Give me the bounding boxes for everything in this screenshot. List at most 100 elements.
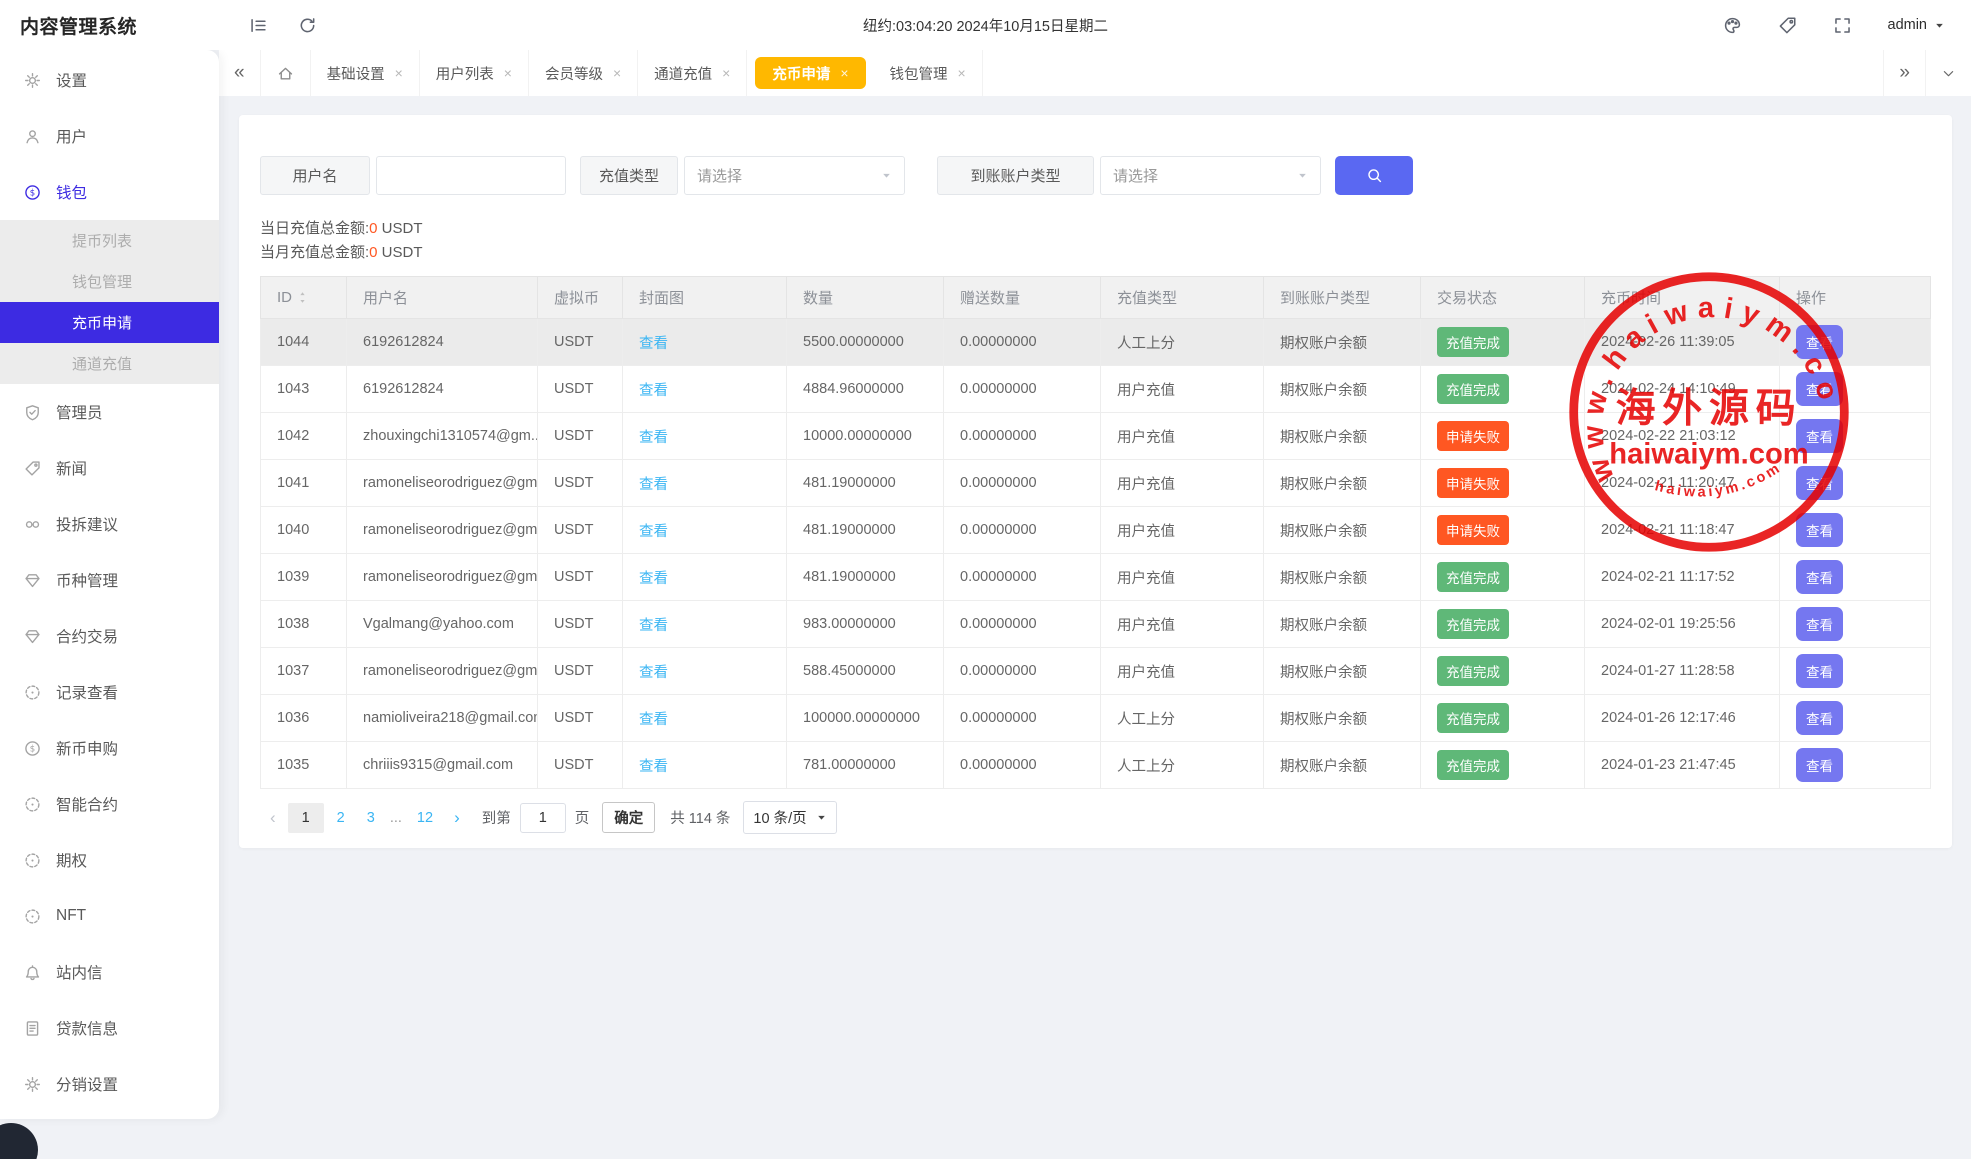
cover-view-link[interactable]: 查看 <box>639 477 668 493</box>
cell-cover: 查看 <box>623 648 787 695</box>
cell-coin: USDT <box>538 695 623 742</box>
sort-icon[interactable] <box>296 291 309 304</box>
caret-down-icon <box>816 812 827 823</box>
cover-view-link[interactable]: 查看 <box>639 712 668 728</box>
cell-recharge-type: 用户充值 <box>1101 460 1264 507</box>
theme-palette-icon[interactable] <box>1723 16 1742 35</box>
cover-view-link[interactable]: 查看 <box>639 759 668 775</box>
sidebar-item-site-mail[interactable]: 站内信 <box>0 944 219 1000</box>
cell-account-type: 期权账户余额 <box>1264 554 1421 601</box>
username-input[interactable] <box>376 156 566 195</box>
sidebar-item-wallet[interactable]: 钱包 <box>0 164 219 220</box>
close-icon[interactable]: × <box>613 65 621 81</box>
page-next-button[interactable]: › <box>444 808 470 828</box>
sidebar-item-admins[interactable]: 管理员 <box>0 384 219 440</box>
refresh-icon[interactable] <box>298 16 317 35</box>
page-button-3[interactable]: 3 <box>367 810 375 826</box>
clock-icon <box>24 908 41 925</box>
gear-icon <box>24 1076 41 1093</box>
cover-view-link[interactable]: 查看 <box>639 383 668 399</box>
close-icon[interactable]: × <box>840 65 848 81</box>
cover-view-link[interactable]: 查看 <box>639 524 668 540</box>
sidebar-item-smart-contract[interactable]: 智能合约 <box>0 776 219 832</box>
close-icon[interactable]: × <box>958 65 966 81</box>
sidebar-subitem-channel-recharge[interactable]: 通道充值 <box>0 343 219 384</box>
tabs-scroll-left[interactable]: « <box>219 50 261 96</box>
col-header-label: ID <box>277 289 292 306</box>
row-view-button[interactable]: 查看 <box>1796 560 1843 594</box>
page-prev-button[interactable]: ‹ <box>260 808 286 828</box>
caret-down-icon <box>1297 170 1308 181</box>
table-row: 10446192612824USDT查看5500.000000000.00000… <box>261 319 1931 366</box>
close-icon[interactable]: × <box>504 65 512 81</box>
sidebar-item-coin-manage[interactable]: 币种管理 <box>0 552 219 608</box>
page-size-select[interactable]: 10 条/页 <box>743 801 836 834</box>
row-view-button[interactable]: 查看 <box>1796 513 1843 547</box>
tab-recharge-apply[interactable]: 充币申请× <box>755 57 865 89</box>
cell-account-type: 期权账户余额 <box>1264 460 1421 507</box>
page-current[interactable]: 1 <box>288 803 324 833</box>
cover-view-link[interactable]: 查看 <box>639 618 668 634</box>
cover-view-link[interactable]: 查看 <box>639 336 668 352</box>
cell-cover: 查看 <box>623 554 787 601</box>
page: 内容管理系统 纽约:03:04:20 2024年10月15日星期二 admin … <box>0 0 1971 1159</box>
tab-channel-recharge[interactable]: 通道充值× <box>638 50 747 96</box>
cell-cover: 查看 <box>623 460 787 507</box>
status-badge: 申请失败 <box>1437 468 1509 498</box>
sidebar-subitem-recharge-apply[interactable]: 充币申请 <box>0 302 219 343</box>
sidebar-item-nft[interactable]: NFT <box>0 888 219 944</box>
sidebar-subitem-wallet-manage[interactable]: 钱包管理 <box>0 261 219 302</box>
recharge-table: ID用户名虚拟币封面图数量赠送数量充值类型到账账户类型交易状态充币时间操作 10… <box>260 276 1931 789</box>
row-view-button[interactable]: 查看 <box>1796 607 1843 641</box>
jump-confirm-button[interactable]: 确定 <box>602 802 655 833</box>
row-view-button[interactable]: 查看 <box>1796 466 1843 500</box>
close-icon[interactable]: × <box>722 65 730 81</box>
tab-user-list[interactable]: 用户列表× <box>420 50 529 96</box>
sidebar-item-record-view[interactable]: 记录查看 <box>0 664 219 720</box>
tab-wallet-manage[interactable]: 钱包管理× <box>874 50 983 96</box>
tag-icon[interactable] <box>1778 16 1797 35</box>
tab-home[interactable] <box>261 50 311 96</box>
tabs-menu-toggle[interactable] <box>1925 50 1971 96</box>
cell-account-type: 期权账户余额 <box>1264 319 1421 366</box>
cell-action: 查看 <box>1780 695 1931 742</box>
sidebar-item-label: 合约交易 <box>56 625 118 647</box>
row-view-button[interactable]: 查看 <box>1796 419 1843 453</box>
cover-view-link[interactable]: 查看 <box>639 571 668 587</box>
cell-id: 1035 <box>261 742 347 789</box>
sidebar-item-settings[interactable]: 设置 <box>0 52 219 108</box>
row-view-button[interactable]: 查看 <box>1796 325 1843 359</box>
sidebar-item-feedback[interactable]: 投拆建议 <box>0 496 219 552</box>
sidebar-item-loan-info[interactable]: 贷款信息 <box>0 1000 219 1056</box>
close-icon[interactable]: × <box>395 65 403 81</box>
sidebar-item-users[interactable]: 用户 <box>0 108 219 164</box>
sidebar-item-distribution[interactable]: 分销设置 <box>0 1056 219 1112</box>
page-button-2[interactable]: 2 <box>337 810 345 826</box>
row-view-button[interactable]: 查看 <box>1796 372 1843 406</box>
row-view-button[interactable]: 查看 <box>1796 748 1843 782</box>
row-view-button[interactable]: 查看 <box>1796 654 1843 688</box>
sidebar-subitem-withdraw-list[interactable]: 提币列表 <box>0 220 219 261</box>
sidebar-item-options[interactable]: 期权 <box>0 832 219 888</box>
sidebar-item-contract-trade[interactable]: 合约交易 <box>0 608 219 664</box>
search-button[interactable] <box>1335 156 1413 195</box>
cover-view-link[interactable]: 查看 <box>639 665 668 681</box>
sidebar-toggle-icon[interactable] <box>249 16 268 35</box>
user-menu[interactable]: admin <box>1888 17 1946 33</box>
sidebar-item-new-coin[interactable]: 新币申购 <box>0 720 219 776</box>
cell-time: 2024-01-27 11:28:58 <box>1585 648 1780 695</box>
tabs-scroll-right[interactable]: » <box>1883 50 1925 96</box>
sidebar-item-news[interactable]: 新闻 <box>0 440 219 496</box>
tab-member-level[interactable]: 会员等级× <box>529 50 638 96</box>
tab-basic-settings[interactable]: 基础设置× <box>311 50 420 96</box>
col-header-9: 充币时间 <box>1585 277 1780 319</box>
row-view-button[interactable]: 查看 <box>1796 701 1843 735</box>
account-type-select[interactable]: 请选择 <box>1100 156 1321 195</box>
recharge-type-select[interactable]: 请选择 <box>684 156 905 195</box>
jump-page-input[interactable] <box>520 803 566 833</box>
fullscreen-icon[interactable] <box>1833 16 1852 35</box>
page-button-12[interactable]: 12 <box>417 810 433 826</box>
cover-view-link[interactable]: 查看 <box>639 430 668 446</box>
col-header-label: 操作 <box>1796 290 1826 307</box>
cell-cover: 查看 <box>623 695 787 742</box>
